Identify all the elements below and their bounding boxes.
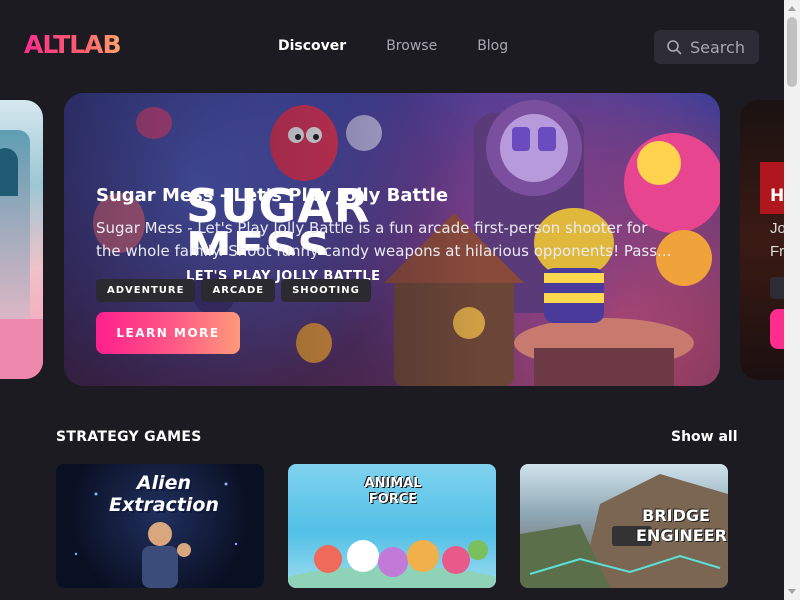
show-all-link[interactable]: Show all xyxy=(671,429,738,445)
game-card-animal-force[interactable]: ANIMAL FORCE xyxy=(288,464,496,588)
hero-tags: ADVENTURE ARCADE SHOOTING xyxy=(96,279,371,302)
next-card-title: H xyxy=(770,186,785,206)
learn-more-button[interactable]: LEARN MORE xyxy=(96,312,240,354)
scroll-down-arrow-icon[interactable] xyxy=(788,589,796,594)
tag-arcade[interactable]: ARCADE xyxy=(201,279,276,302)
search-icon xyxy=(667,40,682,55)
scroll-up-arrow-icon[interactable] xyxy=(788,6,796,11)
hero-title: Sugar Mess - Let's Play Jolly Battle xyxy=(96,185,449,206)
prev-card-base-art xyxy=(0,319,43,379)
game-card-bridge-engineer[interactable]: BRIDGE ENGINEER xyxy=(520,464,728,588)
nav-browse[interactable]: Browse xyxy=(386,38,437,54)
nav-discover[interactable]: Discover xyxy=(278,38,346,54)
search-label: Search xyxy=(690,37,745,57)
main-nav: Discover Browse Blog xyxy=(278,38,508,54)
carousel-prev-card[interactable] xyxy=(0,100,43,379)
next-card-desc-line2: Fr xyxy=(770,243,785,260)
tag-shooting[interactable]: SHOOTING xyxy=(281,279,371,302)
strategy-games-heading: STRATEGY GAMES xyxy=(56,429,202,445)
game-card-title: Alien Extraction xyxy=(109,472,219,516)
hero-card[interactable]: SUGAR MESS LET'S PLAY JOLLY BATTLE Sugar… xyxy=(64,93,720,386)
hero-description: Sugar Mess - Let's Play Jolly Battle is … xyxy=(96,219,672,260)
game-card-alien-extraction[interactable]: Alien Extraction xyxy=(56,464,264,588)
game-card-title: BRIDGE ENGINEER xyxy=(636,506,727,545)
nav-blog[interactable]: Blog xyxy=(477,38,508,54)
top-header: ALTLAB Discover Browse Blog Search xyxy=(0,0,784,92)
page: ALTLAB Discover Browse Blog Search SUGAR… xyxy=(0,0,800,600)
game-card-title: ANIMAL FORCE xyxy=(364,476,422,507)
altlab-logo[interactable]: ALTLAB xyxy=(24,30,122,59)
search-button[interactable]: Search xyxy=(654,30,759,64)
prev-card-arch-art xyxy=(0,148,18,196)
page-scrollbar[interactable] xyxy=(784,0,800,600)
scrollbar-thumb[interactable] xyxy=(787,17,797,87)
tag-adventure[interactable]: ADVENTURE xyxy=(96,279,196,302)
